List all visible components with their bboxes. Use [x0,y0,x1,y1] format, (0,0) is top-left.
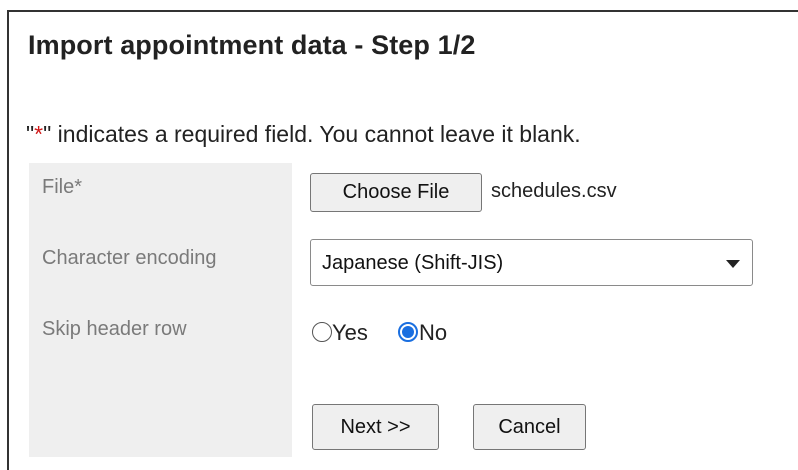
required-note-quote-open: " [26,121,35,147]
next-button[interactable]: Next >> [312,404,439,450]
skip-header-no-label[interactable]: No [419,320,447,346]
skip-header-no-radio[interactable] [398,322,418,342]
encoding-select[interactable]: Japanese (Shift-JIS) [310,239,753,286]
page-title: Import appointment data - Step 1/2 [28,30,476,60]
encoding-select-value: Japanese (Shift-JIS) [322,252,504,274]
encoding-label: Character encoding [42,247,217,269]
required-note-text: " indicates a required field. You cannot… [43,121,581,147]
skip-header-yes-radio[interactable] [312,322,332,342]
required-star: * [34,121,44,147]
form-label-column [29,163,292,457]
selected-filename: schedules.csv [491,180,617,202]
skip-header-yes-label[interactable]: Yes [332,320,368,346]
file-label: File* [42,176,83,198]
radio-selected-dot [402,326,414,338]
required-field-note: "*" indicates a required field. You cann… [26,121,581,148]
skip-header-label: Skip header row [42,318,187,340]
chevron-down-icon [726,260,740,268]
choose-file-button[interactable]: Choose File [310,173,482,212]
cancel-button[interactable]: Cancel [473,404,586,450]
